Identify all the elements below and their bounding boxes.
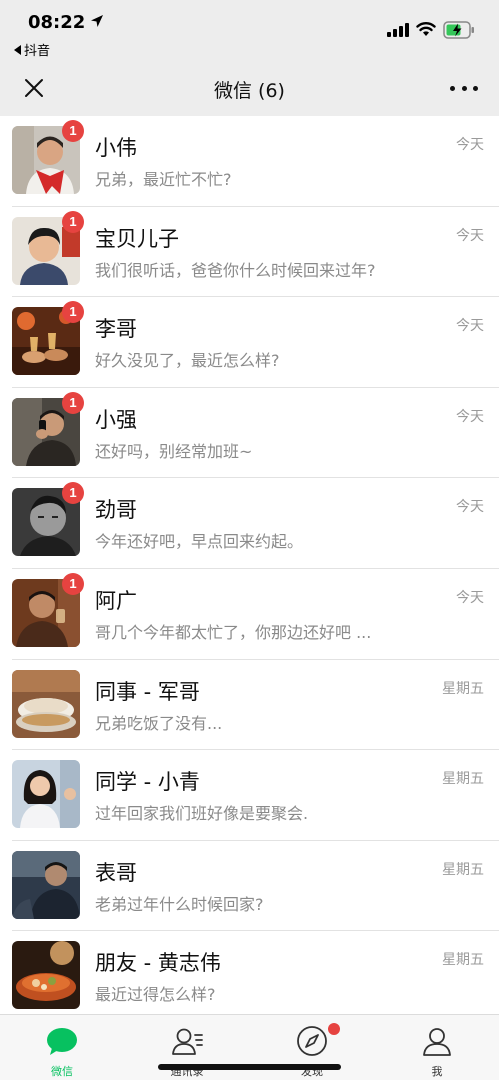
unread-badge: 1 xyxy=(62,482,84,505)
chat-last-message: 过年回家我们班好像是要聚会. xyxy=(95,804,309,824)
home-indicator[interactable] xyxy=(158,1064,341,1070)
chat-name: 表哥 xyxy=(95,860,137,885)
contacts-icon xyxy=(172,1028,203,1055)
chat-bubble-icon xyxy=(47,1028,77,1055)
back-to-app-link[interactable]: 抖音 xyxy=(14,40,50,59)
chat-row[interactable]: 同事 - 军哥 兄弟吃饭了没有... 星期五 xyxy=(0,659,499,751)
wifi-icon xyxy=(416,22,436,36)
chat-time: 今天 xyxy=(456,589,484,606)
dot xyxy=(450,85,455,91)
unread-badge: 1 xyxy=(62,391,84,414)
chat-row[interactable]: 同学 - 小青 过年回家我们班好像是要聚会. 星期五 xyxy=(0,750,499,841)
chat-time: 今天 xyxy=(456,408,484,425)
status-bar: 08:22 抖音 xyxy=(0,0,499,60)
tab-contacts[interactable]: 通讯录 xyxy=(125,1015,249,1080)
chat-name: 小伟 xyxy=(95,136,137,160)
chat-last-message: 兄弟吃饭了没有... xyxy=(95,713,223,733)
chat-row[interactable]: 1 宝贝儿子 我们很听话，爸爸你什么时候回来过年? 今天 xyxy=(0,206,499,298)
chat-time: 今天 xyxy=(456,137,484,153)
cellular-signal-icon xyxy=(387,23,409,37)
tab-label: 我 xyxy=(431,1065,443,1078)
chat-name: 同事 - 军哥 xyxy=(95,679,200,704)
unread-badge: 1 xyxy=(62,301,84,324)
tab-bar: 微信 通讯录 发现 我 xyxy=(0,1014,499,1080)
chat-last-message: 今年还好吧，早点回来约起。 xyxy=(95,532,304,552)
dot xyxy=(473,85,478,91)
location-arrow-icon xyxy=(91,15,103,27)
nav-bar: 微信 (6) xyxy=(0,60,499,116)
chat-row[interactable]: 1 李哥 好久没见了，最近怎么样? 今天 xyxy=(0,297,499,388)
chat-time: 星期五 xyxy=(442,861,484,878)
chat-last-message: 老弟过年什么时候回家? xyxy=(95,894,264,914)
chat-last-message: 好久没见了，最近怎么样? xyxy=(95,351,280,371)
chat-last-message: 兄弟，最近忙不忙? xyxy=(95,170,232,189)
chat-name: 李哥 xyxy=(95,317,137,342)
compass-icon xyxy=(297,1026,327,1056)
chat-name: 同学 - 小青 xyxy=(95,770,200,795)
unread-badge: 1 xyxy=(62,572,84,595)
chat-row[interactable]: 1 小伟 兄弟，最近忙不忙? 今天 xyxy=(0,116,499,207)
chat-row[interactable]: 1 劲哥 今年还好吧，早点回来约起。 今天 xyxy=(0,478,499,569)
back-arrow-icon xyxy=(14,44,21,55)
profile-icon xyxy=(423,1028,451,1056)
tab-chats[interactable]: 微信 xyxy=(0,1015,124,1080)
chat-time: 星期五 xyxy=(442,771,484,788)
chat-last-message: 哥几个今年都太忙了，你那边还好吧 ... xyxy=(95,622,372,642)
chat-name: 朋友 - 黄志伟 xyxy=(95,951,221,976)
chat-time: 星期五 xyxy=(442,952,484,969)
chat-list: 1 小伟 兄弟，最近忙不忙? 今天 1 宝贝儿子 我们很听话，爸爸你什么时候回来… xyxy=(0,116,499,1022)
chat-last-message: 最近过得怎么样? xyxy=(95,985,216,1005)
status-time: 08:22 xyxy=(28,12,86,33)
unread-badge: 1 xyxy=(62,210,84,233)
chat-last-message: 还好吗，别经常加班~ xyxy=(95,441,253,461)
chat-time: 今天 xyxy=(456,318,484,335)
chat-last-message: 我们很听话，爸爸你什么时候回来过年? xyxy=(95,260,376,280)
chat-name: 宝贝儿子 xyxy=(95,226,179,251)
tab-me[interactable]: 我 xyxy=(375,1015,499,1080)
unread-badge: 1 xyxy=(62,120,84,142)
avatar-hotpot xyxy=(12,941,80,1010)
chat-time: 今天 xyxy=(456,499,484,516)
tab-discover[interactable]: 发现 xyxy=(250,1015,374,1080)
chat-row[interactable]: 1 小强 还好吗，别经常加班~ 今天 xyxy=(0,387,499,479)
chat-name: 阿广 xyxy=(95,588,137,613)
chat-name: 劲哥 xyxy=(95,498,137,523)
chat-time: 今天 xyxy=(456,227,484,244)
battery-charging-icon xyxy=(443,21,474,39)
back-app-label: 抖音 xyxy=(24,44,51,59)
avatar-man-dark xyxy=(12,850,80,919)
chat-row[interactable]: 表哥 老弟过年什么时候回家? 星期五 xyxy=(0,840,499,932)
dot xyxy=(461,85,467,91)
chat-row[interactable]: 朋友 - 黄志伟 最近过得怎么样? 星期五 xyxy=(0,931,499,1022)
more-options-icon[interactable] xyxy=(450,78,478,98)
chat-time: 星期五 xyxy=(442,680,484,697)
chat-name: 小强 xyxy=(95,407,137,432)
notification-dot xyxy=(328,1023,340,1035)
avatar-food xyxy=(12,669,80,738)
page-title: 微信 (6) xyxy=(214,80,285,102)
chat-row[interactable]: 1 阿广 哥几个今年都太忙了，你那边还好吧 ... 今天 xyxy=(0,568,499,660)
avatar-woman xyxy=(12,760,80,829)
tab-label: 微信 xyxy=(51,1065,73,1078)
